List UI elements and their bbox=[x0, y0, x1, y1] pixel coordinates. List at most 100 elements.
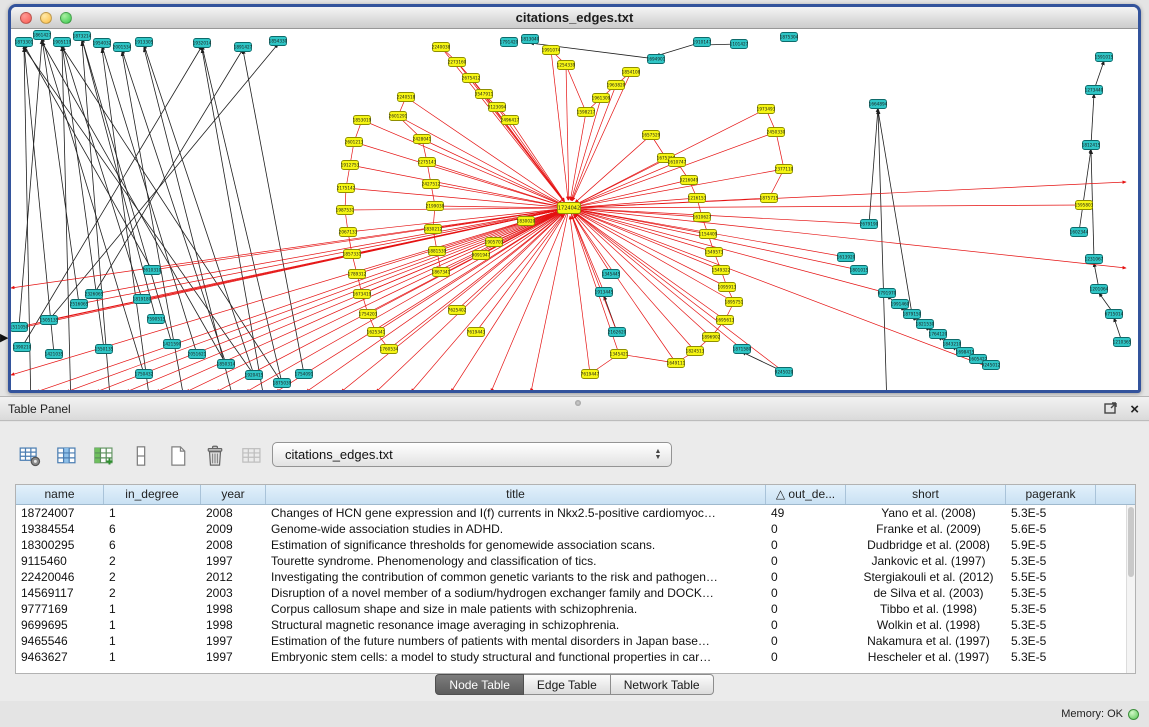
splitter-grip[interactable] bbox=[575, 400, 581, 406]
graph-node[interactable]: 2679190 bbox=[860, 220, 879, 229]
network-window-titlebar[interactable]: citations_edges.txt bbox=[11, 7, 1138, 29]
graph-node[interactable]: 2175142 bbox=[337, 184, 356, 193]
graph-node[interactable]: 3547911 bbox=[475, 90, 494, 99]
graph-node[interactable]: 2199038 bbox=[426, 202, 445, 211]
graph-node[interactable]: 1754091 bbox=[295, 370, 314, 379]
graph-node[interactable]: 2675412 bbox=[462, 74, 481, 83]
graph-node[interactable]: 1824513 bbox=[686, 347, 705, 356]
graph-node[interactable]: 1801015 bbox=[850, 266, 869, 275]
graph-node[interactable]: 1694901 bbox=[647, 55, 666, 64]
graph-node[interactable]: 1896902 bbox=[702, 333, 721, 342]
table-scrollbar-thumb[interactable] bbox=[1128, 507, 1134, 577]
graph-node[interactable]: 1695613 bbox=[716, 316, 735, 325]
table-mode-settings-icon[interactable] bbox=[16, 442, 44, 470]
graph-node[interactable]: 2001534 bbox=[113, 43, 132, 52]
graph-node[interactable]: 1932014 bbox=[193, 39, 212, 48]
table-row[interactable]: 969969511998Structural magnetic resonanc… bbox=[16, 617, 1135, 633]
graph-node[interactable]: 1905703 bbox=[485, 238, 504, 247]
graph-node[interactable]: 1857331 bbox=[343, 250, 362, 259]
graph-node[interactable]: 1871580 bbox=[733, 345, 752, 354]
table-row[interactable]: 977716911998Corpus callosum shape and si… bbox=[16, 601, 1135, 617]
graph-node[interactable]: 1595803 bbox=[1075, 201, 1094, 210]
graph-node[interactable]: 6715014 bbox=[1105, 310, 1124, 319]
graph-node[interactable]: 1625341 bbox=[367, 328, 386, 337]
graph-node[interactable]: 1421035 bbox=[45, 350, 64, 359]
float-panel-icon[interactable] bbox=[1104, 401, 1118, 419]
zoom-button[interactable] bbox=[60, 12, 72, 24]
graph-node[interactable]: 1821530 bbox=[916, 320, 935, 329]
graph-node[interactable]: 1991074 bbox=[542, 46, 561, 55]
graph-node[interactable]: 1813040 bbox=[521, 35, 540, 44]
graph-node[interactable]: 1913305 bbox=[135, 38, 154, 47]
table-row[interactable]: 946554611997Estimation of the future num… bbox=[16, 633, 1135, 649]
graph-node[interactable]: 1873301 bbox=[15, 38, 34, 47]
graph-node[interactable]: 1610747 bbox=[668, 158, 687, 167]
graph-node[interactable]: 1875039 bbox=[273, 379, 292, 388]
graph-node[interactable]: 2428041 bbox=[413, 135, 432, 144]
graph-node[interactable]: 1613920 bbox=[837, 253, 856, 262]
graph-node[interactable]: 1511050 bbox=[11, 323, 29, 332]
graph-node[interactable]: 3123094 bbox=[488, 103, 507, 112]
table-row[interactable]: 1456911722003Disruption of a novel membe… bbox=[16, 585, 1135, 601]
graph-node[interactable]: 1991460 bbox=[891, 300, 910, 309]
graph-node[interactable]: 7619447 bbox=[581, 370, 600, 379]
graph-node[interactable]: 2326065 bbox=[85, 290, 104, 299]
graph-node[interactable]: 2051621 bbox=[188, 350, 207, 359]
graph-node[interactable]: 1891427 bbox=[234, 43, 253, 52]
graph-node[interactable]: 1649111 bbox=[667, 359, 686, 368]
graph-node[interactable]: 1905119 bbox=[53, 38, 72, 47]
graph-node[interactable]: 1812415 bbox=[1082, 141, 1101, 150]
table-row[interactable]: 2242004622012Investigating the contribut… bbox=[16, 569, 1135, 585]
graph-node[interactable]: 1881539 bbox=[428, 247, 447, 256]
graph-node[interactable]: 1216153 bbox=[688, 194, 707, 203]
close-button[interactable] bbox=[20, 12, 32, 24]
graph-node[interactable]: 1854108 bbox=[622, 68, 641, 77]
graph-node[interactable]: 1895751 bbox=[725, 298, 744, 307]
graph-node[interactable]: 2240518 bbox=[397, 93, 416, 102]
graph-node[interactable]: 1273440 bbox=[1085, 86, 1104, 95]
create-column-icon[interactable] bbox=[90, 442, 118, 470]
graph-node[interactable]: 1913445 bbox=[595, 288, 614, 297]
graph-node[interactable]: 1961309 bbox=[592, 94, 611, 103]
graph-node[interactable]: 1550135 bbox=[95, 345, 114, 354]
graph-node[interactable]: 2450330 bbox=[767, 128, 786, 137]
graph-node[interactable]: 2377110 bbox=[775, 165, 794, 174]
graph-node[interactable]: 6791970 bbox=[878, 289, 897, 298]
minimize-button[interactable] bbox=[40, 12, 52, 24]
graph-node[interactable]: 1954032 bbox=[93, 39, 112, 48]
graph-node[interactable]: 1853019 bbox=[353, 116, 372, 125]
graph-node[interactable]: 1390210 bbox=[13, 343, 32, 352]
graph-node[interactable]: 9245012 bbox=[982, 361, 1001, 370]
graph-node[interactable]: 1830020 bbox=[517, 217, 536, 226]
graph-node[interactable]: 1764120 bbox=[929, 330, 948, 339]
graph-node[interactable]: 2162620 bbox=[608, 328, 627, 337]
table-row[interactable]: 1872400712008Changes of HCN gene express… bbox=[16, 505, 1135, 521]
graph-node[interactable]: 2067133 bbox=[339, 228, 358, 237]
table-row[interactable]: 1938455462009Genome-wide association stu… bbox=[16, 521, 1135, 537]
show-columns-icon[interactable] bbox=[53, 442, 81, 470]
graph-node[interactable]: 1920415 bbox=[245, 371, 264, 380]
graph-node[interactable]: 1210365 bbox=[1113, 338, 1132, 347]
graph-node[interactable]: 1154409 bbox=[699, 230, 718, 239]
new-file-icon[interactable] bbox=[164, 442, 192, 470]
graph-node[interactable]: 1750432 bbox=[135, 370, 154, 379]
tab-edge-table[interactable]: Edge Table bbox=[524, 674, 611, 695]
column-header[interactable]: in_degree bbox=[104, 485, 201, 504]
column-header[interactable]: title bbox=[266, 485, 766, 504]
graph-node[interactable]: 1873214 bbox=[73, 32, 92, 41]
graph-node[interactable]: 1095913 bbox=[718, 283, 737, 292]
graph-node[interactable]: 2610310 bbox=[143, 266, 162, 275]
graph-node[interactable]: 2273160 bbox=[448, 58, 467, 67]
graph-node[interactable]: 2601213 bbox=[345, 138, 364, 147]
graph-node[interactable]: 1591015 bbox=[1095, 53, 1114, 62]
graph-node[interactable]: 1549573 bbox=[705, 248, 724, 257]
import-table-icon[interactable] bbox=[238, 442, 266, 470]
graph-node[interactable]: 2240038 bbox=[432, 43, 451, 52]
graph-node[interactable]: 9245020 bbox=[775, 368, 794, 377]
graph-node[interactable]: 1505135 bbox=[40, 316, 59, 325]
graph-node[interactable]: 1912753 bbox=[341, 161, 360, 170]
graph-node[interactable]: 1973493 bbox=[757, 105, 776, 114]
table-select-dropdown[interactable]: citations_edges.txt ▲▼ bbox=[272, 442, 672, 467]
graph-node[interactable]: 2516065 bbox=[70, 300, 89, 309]
graph-node[interactable]: 1830212 bbox=[424, 225, 443, 234]
